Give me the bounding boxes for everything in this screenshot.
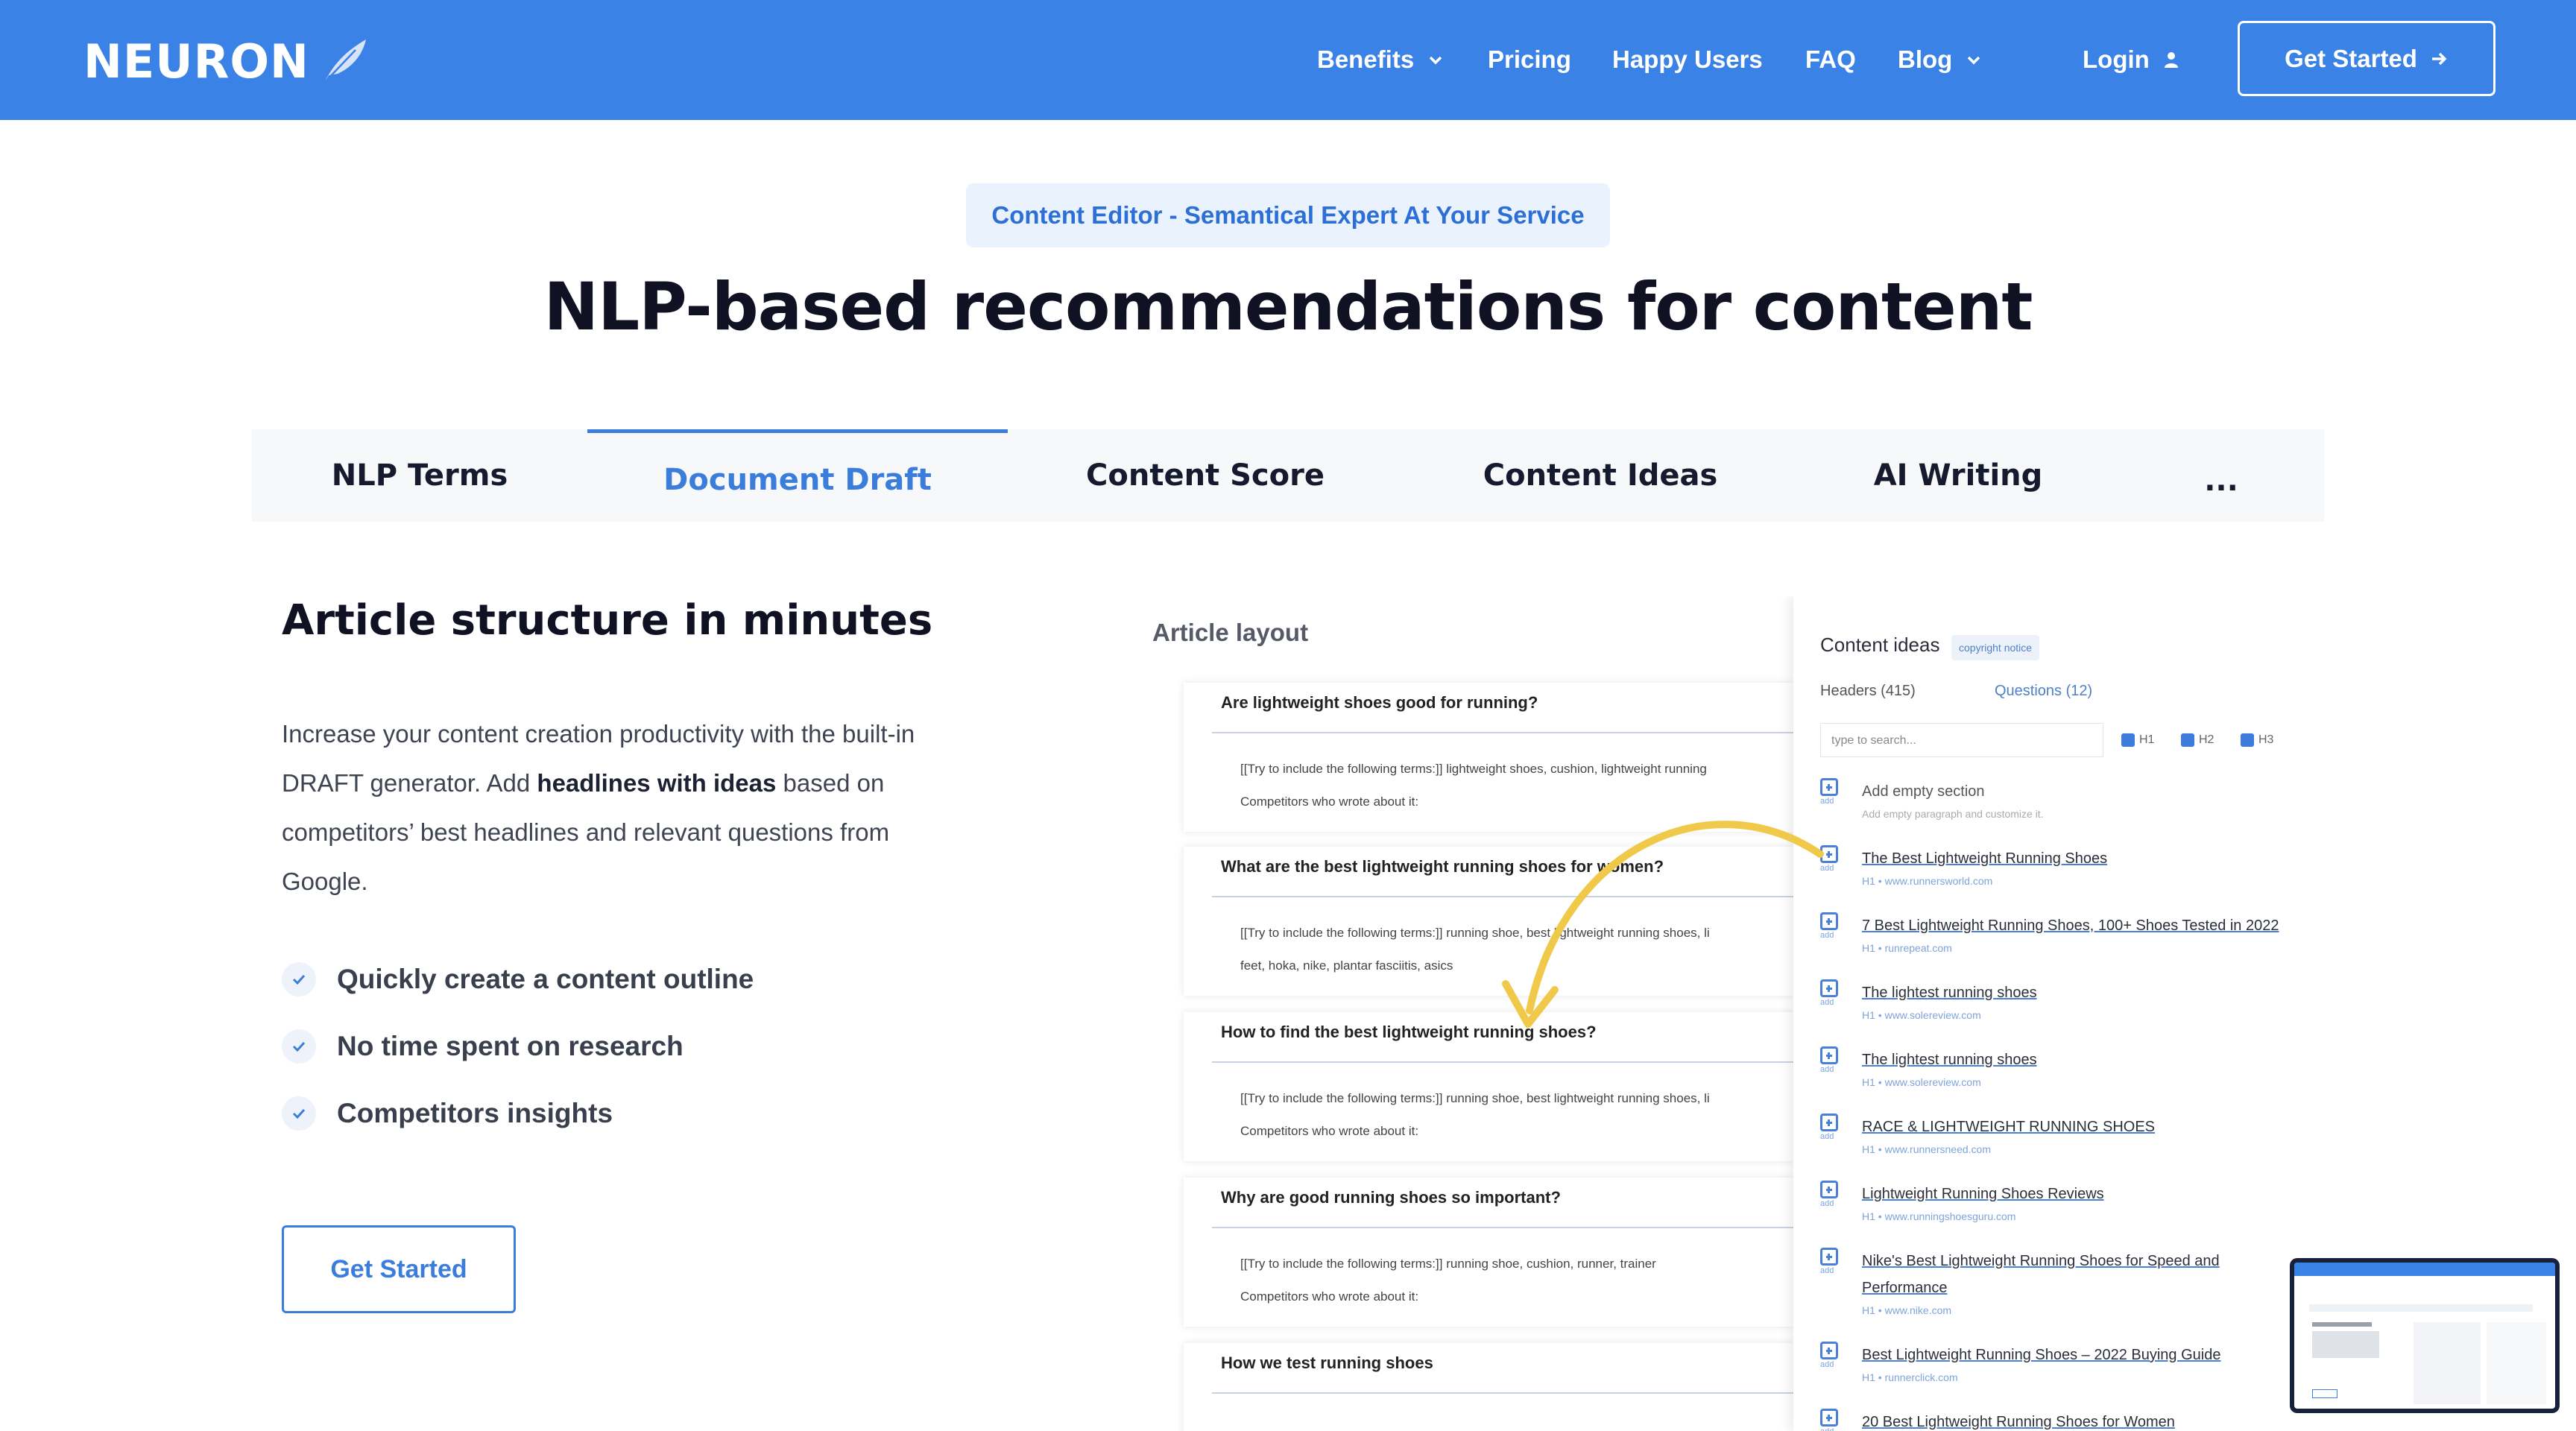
nav-pricing-label: Pricing bbox=[1488, 45, 1571, 73]
chevron-down-icon bbox=[1968, 56, 1980, 65]
feature-item: Quickly create a content outline bbox=[282, 957, 754, 1002]
logo-text: NEURON bbox=[83, 34, 309, 89]
feather-icon bbox=[323, 40, 366, 83]
get-started-button-body[interactable]: Get Started bbox=[282, 1225, 516, 1313]
thumbnail-tabs bbox=[2309, 1304, 2533, 1312]
page-title: NLP-based recommendations for content bbox=[543, 268, 2033, 345]
get-started-label: Get Started bbox=[2285, 44, 2417, 72]
logo[interactable]: NEURON bbox=[83, 34, 370, 89]
nav-blog-label: Blog bbox=[1898, 45, 1953, 73]
check-icon bbox=[282, 962, 316, 996]
curved-arrow-icon bbox=[1502, 821, 1824, 1028]
chevron-down-icon bbox=[1429, 56, 1442, 65]
thumbnail-button bbox=[2312, 1389, 2337, 1398]
check-icon bbox=[282, 1096, 316, 1131]
top-navbar: NEURON Benefits Pricing Happy Users FAQ … bbox=[0, 0, 2576, 120]
nav-benefits-label: Benefits bbox=[1317, 45, 1415, 73]
nav-happy-users[interactable]: Happy Users bbox=[1612, 39, 1763, 80]
thumbnail-screen bbox=[2294, 1263, 2555, 1409]
tab-ai-writing[interactable]: AI Writing bbox=[1798, 429, 2118, 522]
arrow-right-icon bbox=[2431, 52, 2447, 65]
nav-benefits[interactable]: Benefits bbox=[1317, 39, 1444, 80]
feature-item: Competitors insights bbox=[282, 1091, 613, 1136]
get-started-button[interactable]: Get Started bbox=[2238, 21, 2496, 96]
feature-label: Quickly create a content outline bbox=[337, 964, 754, 994]
feature-tabs: NLP Terms Document Draft Content Score C… bbox=[252, 429, 2324, 522]
nav-happy-users-label: Happy Users bbox=[1612, 45, 1763, 73]
thumbnail-navbar bbox=[2294, 1263, 2555, 1276]
tab-nlp-terms[interactable]: NLP Terms bbox=[252, 429, 587, 522]
user-icon bbox=[2164, 52, 2178, 68]
check-icon bbox=[282, 1029, 316, 1064]
feature-item: No time spent on research bbox=[282, 1024, 684, 1069]
nav-faq-label: FAQ bbox=[1805, 45, 1856, 73]
tab-document-draft[interactable]: Document Draft bbox=[587, 429, 1008, 522]
nav-faq[interactable]: FAQ bbox=[1805, 39, 1856, 80]
login-label: Login bbox=[2083, 45, 2150, 73]
thumbnail-text bbox=[2312, 1331, 2379, 1358]
feature-label: Competitors insights bbox=[337, 1098, 613, 1128]
section-description: Increase your content creation productiv… bbox=[282, 710, 953, 906]
draft-screenshot: Article layout Are lightweight shoes goo… bbox=[1133, 596, 2326, 1431]
tab-content-score[interactable]: Content Score bbox=[1008, 429, 1403, 522]
section-title: Article structure in minutes bbox=[282, 596, 933, 645]
thumbnail-cards bbox=[2414, 1322, 2481, 1404]
login-link[interactable]: Login bbox=[2083, 39, 2181, 80]
nav-pricing[interactable]: Pricing bbox=[1488, 39, 1571, 80]
tab-more[interactable]: ... bbox=[2118, 429, 2324, 522]
thumbnail-ideas bbox=[2487, 1322, 2546, 1404]
thumbnail-heading bbox=[2312, 1322, 2372, 1327]
desc-bold: headlines with ideas bbox=[537, 769, 777, 797]
page-thumbnail[interactable] bbox=[2290, 1258, 2560, 1413]
feature-label: No time spent on research bbox=[337, 1031, 684, 1061]
hero-badge: Content Editor - Semantical Expert At Yo… bbox=[966, 183, 1610, 247]
tab-content-ideas[interactable]: Content Ideas bbox=[1403, 429, 1798, 522]
nav-blog[interactable]: Blog bbox=[1898, 39, 1982, 80]
